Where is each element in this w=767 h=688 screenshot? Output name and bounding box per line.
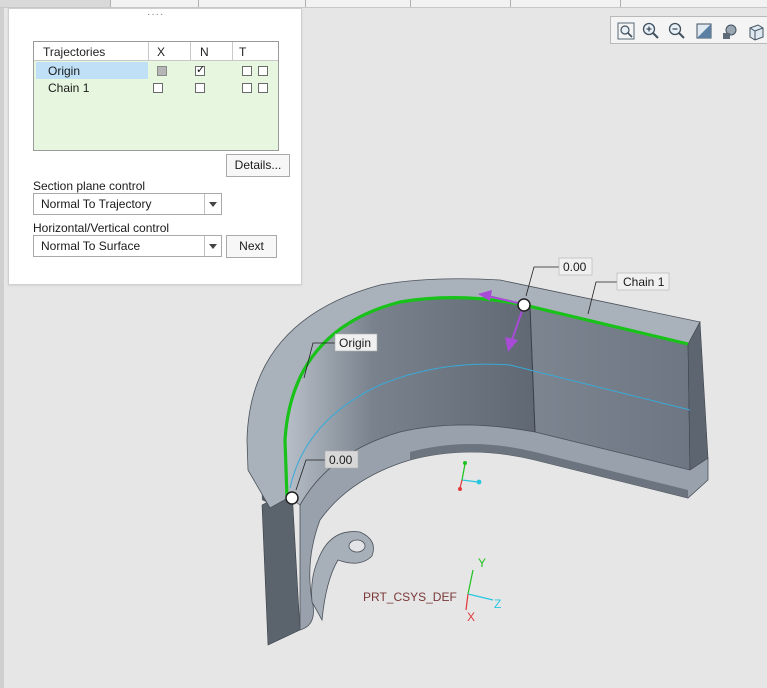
part-left-leg xyxy=(261,489,301,646)
column-divider xyxy=(190,42,191,60)
chevron-down-icon xyxy=(204,194,221,214)
csys-y-axis xyxy=(467,569,474,595)
trajectories-table: Trajectories X N T Origin ✓ Chain 1 xyxy=(33,41,279,151)
part-right-end-face xyxy=(687,320,709,471)
section-plane-value: Normal To Trajectory xyxy=(41,197,152,211)
view-toolbar xyxy=(610,16,767,44)
origin-t-checkbox-2[interactable] xyxy=(258,66,268,76)
render-style-icon[interactable] xyxy=(720,21,740,41)
chain1-x-checkbox[interactable] xyxy=(153,83,163,93)
table-row-chain-1[interactable]: Chain 1 xyxy=(34,79,278,96)
zoom-in-icon[interactable] xyxy=(641,21,661,41)
trajectories-table-header: Trajectories X N T xyxy=(34,42,278,61)
section-plane-dropdown[interactable]: Normal To Trajectory xyxy=(33,193,222,215)
zoom-fit-icon[interactable] xyxy=(616,21,636,41)
csys-x-axis xyxy=(465,593,469,611)
csys-name[interactable]: PRT_CSYS_DEF xyxy=(363,590,457,604)
repaint-icon[interactable] xyxy=(694,21,714,41)
csys-z-axis xyxy=(467,593,494,601)
hv-control-label: Horizontal/Vertical control xyxy=(33,221,170,235)
origin-t-checkbox-1[interactable] xyxy=(242,66,252,76)
column-header-x: X xyxy=(157,45,166,59)
checkmark-icon: ✓ xyxy=(196,64,206,76)
origin-tag[interactable]: Origin xyxy=(339,336,371,350)
mini-triad-x xyxy=(459,479,463,489)
table-row-origin[interactable]: Origin ✓ xyxy=(34,62,278,79)
mini-triad-x-end xyxy=(458,487,462,491)
column-header-n: N xyxy=(200,45,209,59)
next-button[interactable]: Next xyxy=(226,235,277,258)
section-plane-label: Section plane control xyxy=(33,179,146,193)
column-header-trajectories: Trajectories xyxy=(43,45,106,59)
trajectory-start-point-bottom[interactable] xyxy=(285,491,299,505)
details-button[interactable]: Details... xyxy=(226,154,290,177)
chain1-t-checkbox-1[interactable] xyxy=(242,83,252,93)
origin-x-checkbox[interactable] xyxy=(157,66,167,76)
references-panel: ···· Trajectories X N T Origin ✓ Chain 1 xyxy=(8,8,302,285)
mini-triad-z xyxy=(461,479,479,483)
value-tag-top[interactable]: 0.00 xyxy=(563,260,587,274)
csys-z-label: Z xyxy=(494,597,501,611)
column-divider xyxy=(232,42,233,60)
hv-control-value: Normal To Surface xyxy=(41,239,141,253)
chain-tag[interactable]: Chain 1 xyxy=(623,275,665,289)
mini-triad-y-end xyxy=(463,461,467,465)
origin-n-checkbox[interactable]: ✓ xyxy=(195,64,206,76)
chain1-t-checkbox-2[interactable] xyxy=(258,83,268,93)
view-cube-icon[interactable] xyxy=(746,21,766,41)
mini-triad-y xyxy=(461,463,466,481)
trajectory-name: Chain 1 xyxy=(48,81,90,95)
trajectory-name: Origin xyxy=(48,64,81,78)
panel-grip[interactable]: ···· xyxy=(147,10,164,20)
value-tag-bottom[interactable]: 0.00 xyxy=(329,453,353,467)
chevron-down-icon xyxy=(204,236,221,256)
zoom-out-icon[interactable] xyxy=(667,21,687,41)
column-header-t: T xyxy=(239,45,247,59)
csys-x-label: X xyxy=(467,610,475,624)
part-hook-hole xyxy=(348,539,366,553)
csys-y-label: Y xyxy=(478,556,486,570)
mini-triad-z-end xyxy=(476,479,482,485)
chain1-n-checkbox[interactable] xyxy=(195,83,205,93)
trajectory-start-point-top[interactable] xyxy=(517,298,531,312)
column-divider xyxy=(148,42,149,60)
hv-control-dropdown[interactable]: Normal To Surface xyxy=(33,235,222,257)
